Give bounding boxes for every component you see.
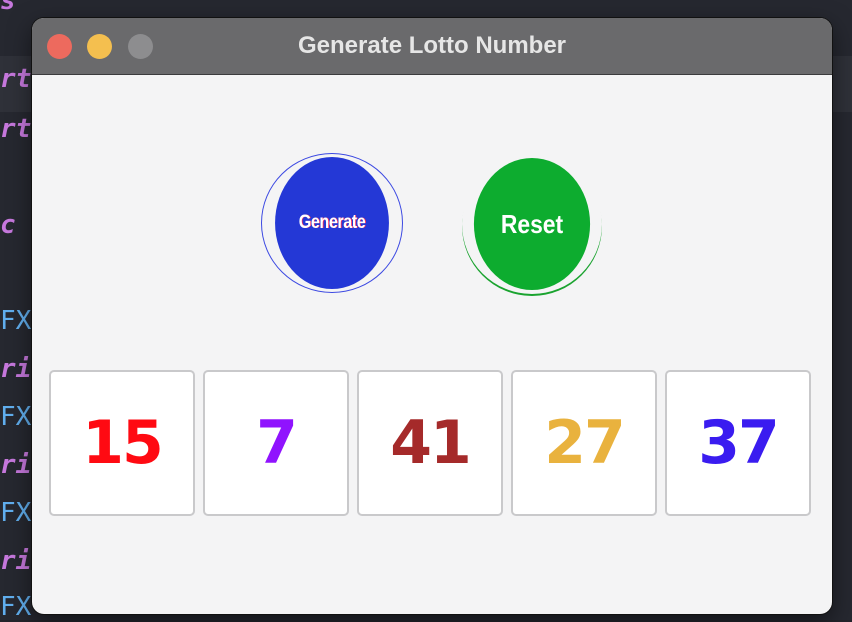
- lotto-number-2: 7: [203, 370, 349, 516]
- lotto-window: Generate Lotto Number Generate Reset 15 …: [32, 18, 832, 614]
- editor-code-fragment: FX: [0, 498, 32, 528]
- lotto-number-1: 15: [49, 370, 195, 516]
- reset-button[interactable]: Reset: [473, 158, 591, 290]
- lotto-number-4: 27: [511, 370, 657, 516]
- editor-code-fragment: s: [0, 0, 16, 16]
- editor-code-fragment: ri: [0, 450, 32, 480]
- window-titlebar[interactable]: Generate Lotto Number: [32, 18, 832, 75]
- lotto-number-3: 41: [357, 370, 503, 516]
- editor-code-fragment: ri: [0, 546, 32, 576]
- editor-code-fragment: FX: [0, 402, 32, 432]
- editor-code-fragment: rt: [0, 114, 32, 144]
- editor-code-fragment: rt: [0, 64, 32, 94]
- editor-code-fragment: c: [0, 210, 16, 240]
- editor-code-fragment: FX: [0, 306, 32, 336]
- generate-button[interactable]: Generate: [275, 157, 389, 289]
- editor-code-fragment: FX: [0, 592, 32, 622]
- lotto-number-5: 37: [665, 370, 811, 516]
- editor-code-fragment: ri: [0, 354, 32, 384]
- window-title: Generate Lotto Number: [297, 32, 567, 59]
